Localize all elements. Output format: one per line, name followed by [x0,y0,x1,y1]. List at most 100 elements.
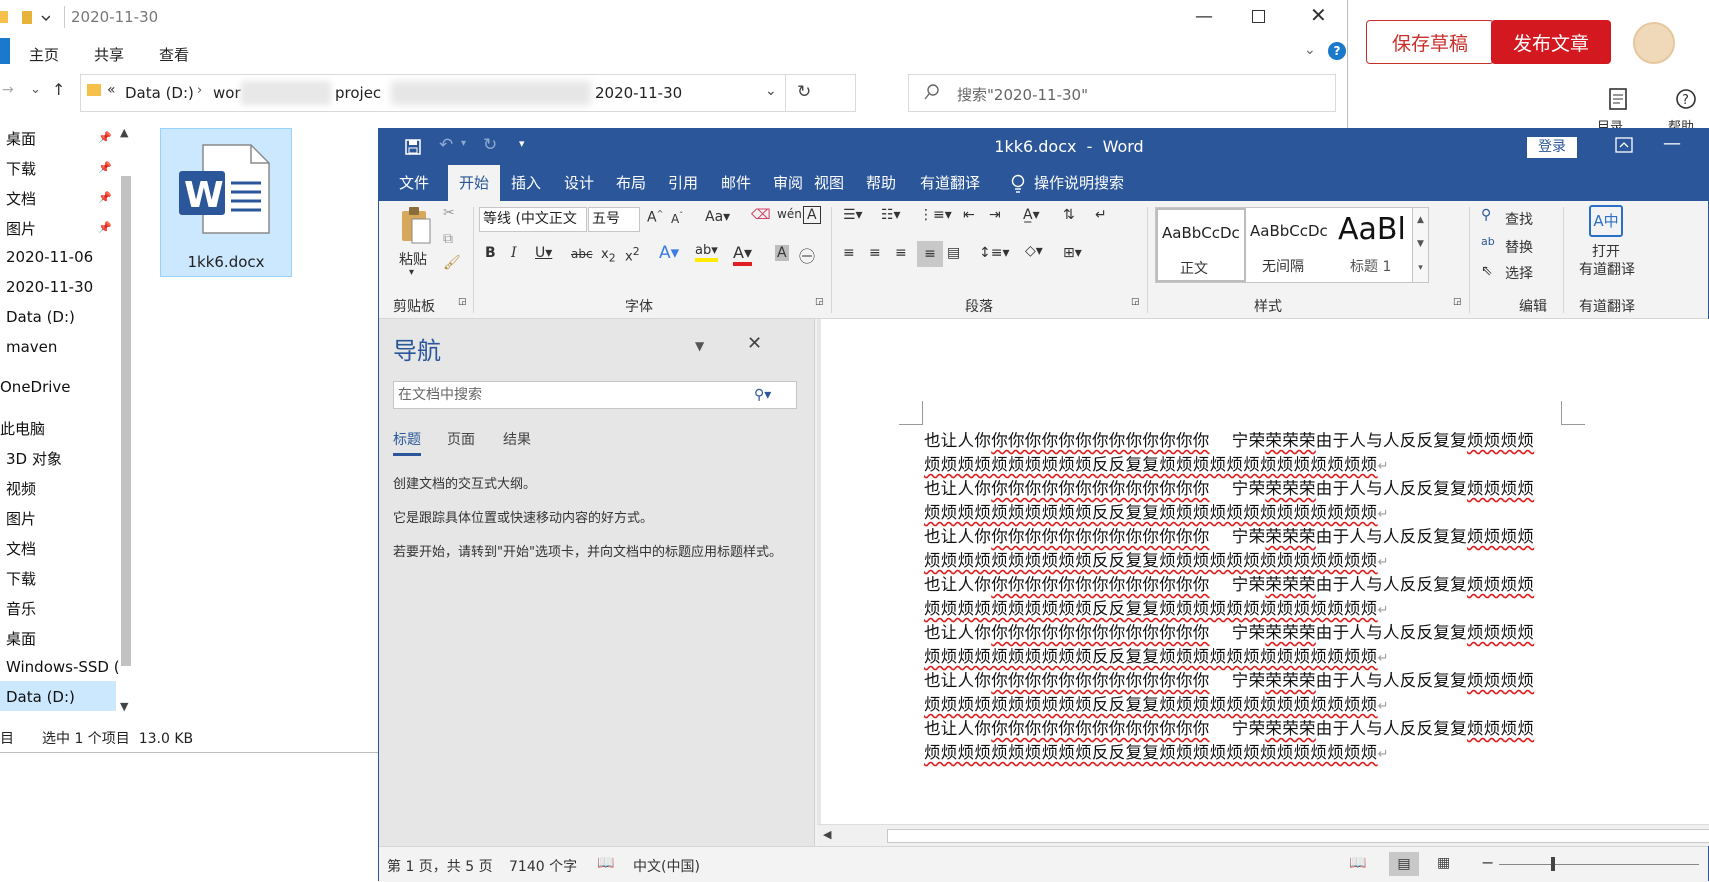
styles-launcher-icon[interactable]: ◲ [1453,297,1462,307]
grow-font-icon[interactable]: A^ [647,209,663,226]
align-right-icon[interactable]: ≡ [895,245,907,261]
undo-icon[interactable]: ↶ [439,135,453,155]
sidebar-item-music[interactable]: 音乐 [6,598,36,619]
font-color-icon[interactable]: A▾ [733,243,752,266]
multilevel-list-icon[interactable]: ⋮≡▾ [919,207,952,223]
shading-icon[interactable]: ◇▾ [1025,243,1043,259]
ribbon-display-options-icon[interactable] [1615,137,1633,153]
character-shading-icon[interactable]: A [775,245,789,261]
tab-file[interactable]: 文件 [399,165,429,201]
style-normal[interactable]: AaBbCcDc 正文 [1156,208,1246,282]
forward-icon[interactable]: → [2,82,14,98]
save-draft-button[interactable]: 保存草稿 [1366,20,1494,64]
customize-toolbar-icon[interactable]: ▾ [519,137,525,150]
borders-icon[interactable]: ⊞▾ [1063,245,1082,261]
nav-close-icon[interactable]: ✕ [747,333,762,354]
nav-tab-pages[interactable]: 页面 [447,429,475,449]
paste-dropdown-icon[interactable]: ▾ [409,267,414,278]
underline-icon[interactable]: U▾ [535,245,552,261]
text-effects-icon[interactable]: A▾ [659,243,679,263]
sidebar-item-documents-pc[interactable]: 文档 [6,538,36,559]
ribbon-expand-icon[interactable]: ⌄ [1304,42,1316,58]
font-size-combo[interactable]: 五号 [588,207,640,232]
document-paragraph[interactable]: 也让人你你你你你你你你你你你你你你 宁荣荣荣荣由于人与人反反复复烦烦烦烦 烦烦烦烦… [924,573,1564,623]
sidebar-item-maven[interactable]: maven [6,338,57,356]
sidebar-item-onedrive[interactable]: OneDrive [0,378,71,396]
bold-icon[interactable]: B [485,245,496,261]
document-paragraph[interactable]: 也让人你你你你你你你你你你你你你你 宁荣荣荣荣由于人与人反反复复烦烦烦烦 烦烦烦烦… [924,525,1564,575]
maximize-button[interactable] [1252,10,1265,23]
nav-search-input[interactable]: 在文档中搜索 ⚲▾ [393,381,797,409]
sidebar-item-downloads[interactable]: 下载 [6,158,36,179]
paste-label[interactable]: 粘贴 [399,249,427,269]
font-name-combo[interactable]: 等线 (中文正文 [479,207,587,232]
decrease-indent-icon[interactable]: ⇤ [963,207,975,223]
avatar[interactable] [1633,22,1675,64]
recent-locations-icon[interactable]: ⌄ [30,82,41,97]
chinese-layout-icon[interactable]: A̲▾ [1023,207,1040,223]
superscript-icon[interactable]: x2 [625,245,640,264]
tab-design[interactable]: 设计 [564,165,594,201]
breadcrumb-drive[interactable]: Data (D:) [125,84,194,102]
numbering-icon[interactable]: ☷▾ [881,207,901,223]
sidebar-item-desktop-pc[interactable]: 桌面 [6,628,36,649]
scroll-left-icon[interactable]: ◀ [823,828,831,841]
breadcrumb-current[interactable]: 2020-11-30 [595,84,682,102]
justify-icon[interactable]: ≡ [917,241,943,267]
refresh-icon[interactable]: ↻ [797,82,811,102]
find-label[interactable]: 查找 [1505,209,1533,229]
help-icon[interactable]: ? [1328,42,1346,60]
document-page[interactable]: 也让人你你你你你你你你你你你你你你 宁荣荣荣荣由于人与人反反复复烦烦烦烦 烦烦烦烦… [821,319,1709,824]
hscroll-thumb[interactable] [887,829,1709,843]
nav-options-icon[interactable]: ▼ [695,339,704,353]
tab-help[interactable]: 帮助 [866,165,896,201]
ribbon-tab-view[interactable]: 查看 [159,44,189,65]
publish-button[interactable]: 发布文章 [1491,20,1611,64]
help-icon[interactable]: ? [1675,88,1697,110]
format-painter-icon[interactable]: 🖌 [443,255,461,271]
zoom-slider-thumb[interactable] [1551,857,1555,871]
document-paragraph[interactable]: 也让人你你你你你你你你你你你你你你 宁荣荣荣荣由于人与人反反复复烦烦烦烦 烦烦烦烦… [924,429,1564,479]
status-page[interactable]: 第 1 页，共 5 页 [387,856,493,876]
line-spacing-icon[interactable]: ↕≡▾ [979,245,1010,261]
scroll-up-icon[interactable]: ▲ [120,126,128,139]
status-word-count[interactable]: 7140 个字 [509,856,577,876]
font-launcher-icon[interactable]: ◲ [815,297,824,307]
ribbon-tab-share[interactable]: 共享 [94,44,124,65]
minimize-button[interactable]: — [1663,133,1681,154]
strikethrough-icon[interactable]: abc [571,247,593,261]
up-icon[interactable]: ↑ [52,80,65,99]
sidebar-item-3d-objects[interactable]: 3D 对象 [6,448,62,469]
clipboard-launcher-icon[interactable]: ◲ [458,297,467,307]
address-dropdown-icon[interactable]: ⌄ [765,83,777,99]
minimize-button[interactable]: — [1195,6,1213,27]
redo-icon[interactable]: ↻ [483,135,497,155]
tab-review[interactable]: 审阅 [773,165,803,201]
status-language[interactable]: 中文(中国) [633,856,700,876]
ribbon-tab-home[interactable]: 主页 [29,44,59,65]
youdao-open-label[interactable]: 打开 [1592,241,1620,261]
subscript-icon[interactable]: x2 [601,247,616,265]
paragraph-launcher-icon[interactable]: ◲ [1131,297,1140,307]
styles-scroll-icon[interactable]: ▲ ▼ ▾ [1412,208,1428,282]
tab-view[interactable]: 视图 [814,165,844,201]
show-marks-icon[interactable]: ↵ [1095,207,1107,223]
copy-icon[interactable]: ⧉ [443,231,453,247]
scroll-down-icon[interactable]: ▼ [120,700,128,713]
center-icon[interactable]: ≡ [869,245,881,261]
print-layout-icon[interactable]: ▤ [1389,852,1419,876]
zoom-slider[interactable] [1499,864,1699,865]
sidebar-item-this-pc[interactable]: 此电脑 [0,418,45,439]
read-mode-icon[interactable]: 📖 [1349,855,1366,871]
youdao-translate-icon[interactable]: A中 [1589,205,1623,237]
character-border-icon[interactable]: A [803,206,821,224]
tell-me-search[interactable]: 操作说明搜索 [1034,165,1124,201]
enclose-characters-icon[interactable]: ㊀ [799,243,815,267]
quick-access-icons[interactable] [0,8,50,28]
nav-tab-results[interactable]: 结果 [503,429,531,449]
sidebar-item-documents[interactable]: 文档 [6,188,36,209]
save-icon[interactable] [405,139,421,155]
proofing-icon[interactable]: 📖 [597,855,614,871]
tab-mailings[interactable]: 邮件 [721,165,751,201]
horizontal-scrollbar[interactable]: ◀ [817,824,1709,846]
